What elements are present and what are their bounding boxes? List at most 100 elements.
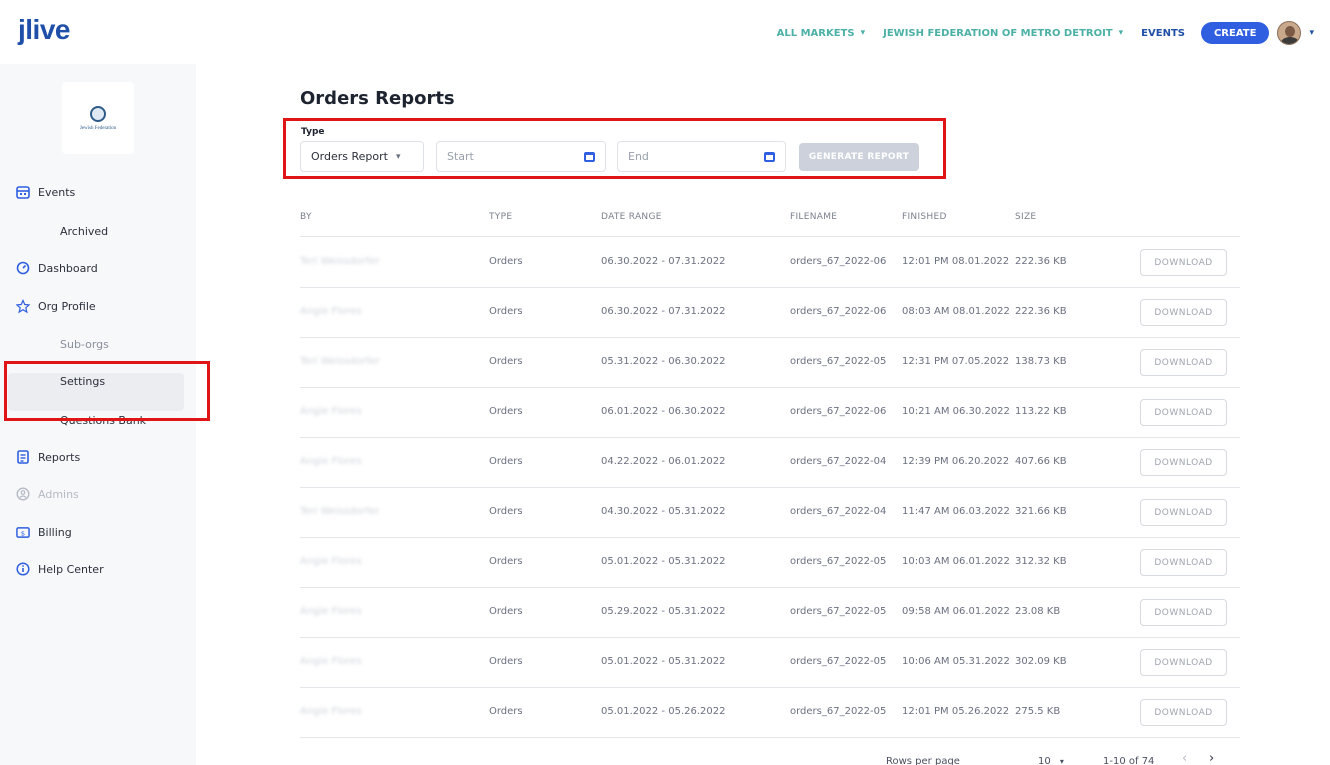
rows-per-page-select[interactable]: 10 ▾ <box>1038 756 1064 765</box>
table-row: Angie Flores Orders 05.01.2022 - 05.31.202… <box>300 637 1240 687</box>
cell-filename: orders_67_2022-05 <box>790 706 887 717</box>
column-header-size: SIZE <box>1015 212 1037 222</box>
sidebar-item-label: Events <box>38 185 76 199</box>
cell-by: Angie Flores <box>300 606 362 617</box>
cell-filename: orders_67_2022-05 <box>790 656 887 667</box>
cell-filename: orders_67_2022-06 <box>790 256 887 267</box>
sidebar-item-billing[interactable]: $ Billing <box>16 522 72 542</box>
sidebar-item-admins[interactable]: Admins <box>16 484 79 504</box>
star-icon <box>16 298 30 313</box>
cell-type: Orders <box>489 406 523 417</box>
next-page-button[interactable]: › <box>1209 751 1214 765</box>
table-row: Angie Flores Orders 06.30.2022 - 07.31.202… <box>300 287 1240 337</box>
sidebar-item-archived[interactable]: Archived <box>60 225 108 238</box>
download-button[interactable]: DOWNLOAD <box>1140 299 1227 326</box>
rows-per-page-label: Rows per page <box>886 756 960 765</box>
download-button[interactable]: DOWNLOAD <box>1140 449 1227 476</box>
cell-finished: 10:06 AM 05.31.2022 <box>902 656 1010 667</box>
download-button[interactable]: DOWNLOAD <box>1140 649 1227 676</box>
cell-size: 222.36 KB <box>1015 256 1067 267</box>
cell-finished: 10:21 AM 06.30.2022 <box>902 406 1010 417</box>
cell-by: Teri Weissdorfer <box>300 356 380 367</box>
column-header-date-range: DATE RANGE <box>601 212 662 222</box>
cell-type: Orders <box>489 656 523 667</box>
cell-type: Orders <box>489 256 523 267</box>
org-logo-text: Jewish Federation <box>79 125 117 131</box>
page-title: Orders Reports <box>300 88 455 109</box>
table-row: Teri Weissdorfer Orders 06.30.2022 - 07.31… <box>300 237 1240 287</box>
cell-type: Orders <box>489 306 523 317</box>
download-button[interactable]: DOWNLOAD <box>1140 549 1227 576</box>
events-link[interactable]: EVENTS <box>1141 28 1185 39</box>
cell-filename: orders_67_2022-06 <box>790 306 887 317</box>
sidebar-item-label: Help Center <box>38 562 104 576</box>
cell-date-range: 05.29.2022 - 05.31.2022 <box>601 606 726 617</box>
highlight-box-filters <box>283 118 946 179</box>
cell-by: Angie Flores <box>300 656 362 667</box>
download-button[interactable]: DOWNLOAD <box>1140 249 1227 276</box>
table-row: Angie Flores Orders 05.29.2022 - 05.31.202… <box>300 587 1240 637</box>
chevron-down-icon[interactable]: ▾ <box>1309 28 1314 38</box>
cell-type: Orders <box>489 606 523 617</box>
sidebar-item-org-profile[interactable]: Org Profile <box>16 296 96 316</box>
all-markets-dropdown[interactable]: ALL MARKETS ▾ <box>777 28 866 39</box>
sidebar-item-help-center[interactable]: Help Center <box>16 559 104 579</box>
cell-date-range: 06.01.2022 - 06.30.2022 <box>601 406 726 417</box>
cell-finished: 12:01 PM 05.26.2022 <box>902 706 1010 717</box>
download-button[interactable]: DOWNLOAD <box>1140 399 1227 426</box>
sidebar-item-label: Billing <box>38 525 72 539</box>
cell-date-range: 04.30.2022 - 05.31.2022 <box>601 506 726 517</box>
cell-finished: 10:03 AM 06.01.2022 <box>902 556 1010 567</box>
download-button[interactable]: DOWNLOAD <box>1140 349 1227 376</box>
sidebar-item-sub-orgs[interactable]: Sub-orgs <box>60 338 109 351</box>
cell-size: 312.32 KB <box>1015 556 1067 567</box>
column-header-type: TYPE <box>489 212 513 222</box>
table-row: Teri Weissdorfer Orders 04.30.2022 - 05.31… <box>300 487 1240 537</box>
cell-by: Angie Flores <box>300 406 362 417</box>
cell-by: Teri Weissdorfer <box>300 506 380 517</box>
cell-filename: orders_67_2022-04 <box>790 506 887 517</box>
download-button[interactable]: DOWNLOAD <box>1140 499 1227 526</box>
org-selector-dropdown[interactable]: JEWISH FEDERATION OF METRO DETROIT ▾ <box>883 28 1123 39</box>
calendar-icon <box>16 185 30 199</box>
cell-size: 407.66 KB <box>1015 456 1067 467</box>
cell-finished: 08:03 AM 08.01.2022 <box>902 306 1010 317</box>
sidebar-item-label: Reports <box>38 450 81 464</box>
avatar[interactable] <box>1277 21 1302 45</box>
admin-icon <box>16 487 30 501</box>
cell-by: Teri Weissdorfer <box>300 256 380 267</box>
cell-by: Angie Flores <box>300 556 362 567</box>
cell-date-range: 05.01.2022 - 05.31.2022 <box>601 656 726 667</box>
column-header-filename: FILENAME <box>790 212 838 222</box>
prev-page-button[interactable]: ‹ <box>1182 751 1187 765</box>
download-button[interactable]: DOWNLOAD <box>1140 699 1227 726</box>
cell-finished: 12:01 PM 08.01.2022 <box>902 256 1010 267</box>
cell-filename: orders_67_2022-05 <box>790 556 887 567</box>
jlive-logo[interactable]: jlive <box>18 14 70 46</box>
sidebar-item-label: Dashboard <box>38 261 98 275</box>
table-row: Angie Flores Orders 06.01.2022 - 06.30.202… <box>300 387 1240 437</box>
cell-by: Angie Flores <box>300 456 362 467</box>
cell-size: 222.36 KB <box>1015 306 1067 317</box>
create-button[interactable]: CREATE <box>1200 22 1270 44</box>
cell-type: Orders <box>489 506 523 517</box>
cell-date-range: 05.01.2022 - 05.26.2022 <box>601 706 726 717</box>
table-row: Angie Flores Orders 04.22.2022 - 06.01.202… <box>300 437 1240 487</box>
cell-size: 113.22 KB <box>1015 406 1067 417</box>
pagination-range: 1-10 of 74 <box>1103 756 1155 765</box>
rows-per-page-value: 10 <box>1038 756 1051 765</box>
sidebar-item-label: Org Profile <box>38 299 96 313</box>
table-row: Angie Flores Orders 05.01.2022 - 05.26.202… <box>300 687 1240 737</box>
sidebar-item-events[interactable]: Events <box>16 182 75 202</box>
highlight-box-reports <box>4 361 210 421</box>
sidebar-item-reports[interactable]: Reports <box>16 447 80 467</box>
chevron-down-icon: ▾ <box>860 28 866 38</box>
download-button[interactable]: DOWNLOAD <box>1140 599 1227 626</box>
gauge-icon <box>16 261 30 275</box>
cell-date-range: 04.22.2022 - 06.01.2022 <box>601 456 726 467</box>
cell-filename: orders_67_2022-05 <box>790 606 887 617</box>
info-icon <box>16 562 30 576</box>
cell-type: Orders <box>489 556 523 567</box>
chevron-down-icon: ▾ <box>1059 757 1064 765</box>
sidebar-item-dashboard[interactable]: Dashboard <box>16 258 98 278</box>
